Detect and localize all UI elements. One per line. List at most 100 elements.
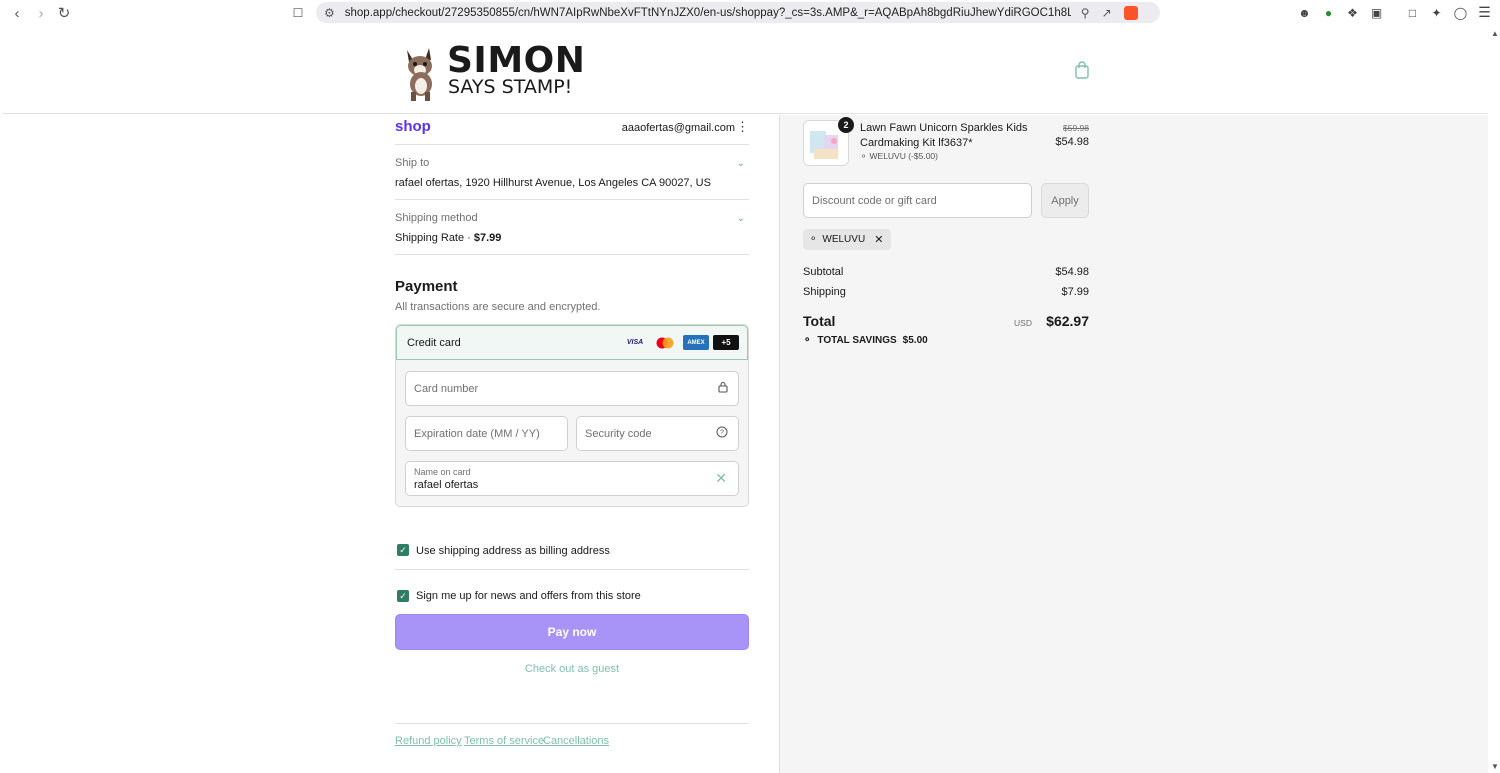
security-code-placeholder: Security code [585,428,652,440]
more-cards-badge: +5 [713,335,739,350]
billing-same-label[interactable]: Use shipping address as billing address [416,545,610,557]
cancellations-link[interactable]: Cancellations [543,735,609,747]
terms-of-service-link[interactable]: Terms of service [464,735,544,747]
shipping-label: Shipping [803,286,846,298]
guest-checkout-link[interactable]: Check out as guest [395,663,749,675]
share-icon[interactable]: ↗ [1102,6,1112,20]
scroll-up-icon[interactable]: ▲ [1491,29,1499,38]
store-name-line2: SAYS STAMP! [448,76,573,98]
dog-mascot-icon [407,48,432,101]
ship-to-label: Ship to [395,157,430,169]
product-discount: ⚬ WELUVU (-$5.00) [860,151,938,162]
credit-card-label: Credit card [407,337,461,349]
expiration-date-field[interactable]: Expiration date (MM / YY) [405,416,568,451]
discount-placeholder: Discount code or gift card [812,195,937,207]
zoom-icon[interactable]: ⚲ [1081,6,1090,20]
card-number-field[interactable]: Card number [405,371,739,406]
quantity-badge: 2 [838,117,854,133]
total-savings: ⚬ TOTAL SAVINGS $5.00 [803,335,928,346]
shipping-rate-price: $7.99 [473,232,502,244]
help-icon[interactable]: ? [716,426,728,441]
svg-text:?: ? [720,430,724,437]
product-name: Lawn Fawn Unicorn Sparkles Kids Cardmaki… [860,122,1028,149]
more-options-icon[interactable]: ⋮ [736,119,749,135]
shipping-rate-name: Shipping Rate · [395,232,474,244]
payment-subtitle: All transactions are secure and encrypte… [395,301,601,313]
billing-same-checkbox[interactable]: ✓ [397,544,409,556]
extension-window-icon[interactable]: ▣ [1369,5,1384,20]
cart-icon[interactable] [1074,61,1090,79]
back-icon[interactable]: ‹ [7,3,27,23]
credit-card-panel: Credit card VISA AMEX +5 Card number Exp… [395,324,749,507]
savings-label: TOTAL SAVINGS [817,335,897,346]
leo-ai-icon[interactable]: ✦ [1429,5,1444,20]
chevron-down-icon[interactable]: ⌄ [737,158,745,169]
store-logo[interactable]: SIMON SAYS STAMP! [399,40,589,101]
shipping-method-label: Shipping method [395,212,478,224]
url-text[interactable]: shop.app/checkout/27295350855/cn/hWN7AIp… [345,7,1071,19]
browser-toolbar: ‹ › ↻ ☐ ⚙ shop.app/checkout/27295350855/… [0,0,1500,26]
brave-shields-icon[interactable] [1123,5,1138,20]
remove-code-icon[interactable]: ✕ [874,233,883,246]
extension-avatar-icon[interactable]: ☻ [1297,5,1312,20]
scroll-down-icon[interactable]: ▼ [1491,762,1499,771]
shop-pay-logo: shop [395,118,431,135]
chevron-down-icon[interactable]: ⌄ [737,213,745,224]
card-number-placeholder: Card number [414,383,479,395]
credit-card-option[interactable]: Credit card VISA AMEX +5 [396,325,748,360]
product-discount-text: WELUVU (-$5.00) [869,151,939,161]
divider [395,254,749,255]
vpn-shield-icon[interactable]: ◯ [1453,5,1468,20]
scrollbar[interactable]: ▲ ▼ [1488,27,1500,773]
menu-icon[interactable]: ☰ [1477,4,1492,20]
applied-code-chip: ⚬ WELUVU ✕ [803,229,892,250]
total-label: Total [803,313,836,329]
store-name-line1: SIMON [447,40,586,81]
total-value: $62.97 [1046,313,1089,329]
ship-to-address: rafael ofertas, 1920 Hillhurst Avenue, L… [395,177,711,189]
visa-icon: VISA [626,339,644,346]
refund-policy-link[interactable]: Refund policy [395,735,462,747]
subtotal-value: $54.98 [1055,266,1089,278]
amex-icon: AMEX [683,335,709,350]
price-current: $54.98 [1055,136,1089,148]
apply-button[interactable]: Apply [1041,183,1089,218]
savings-value: $5.00 [902,335,928,346]
payment-title: Payment [395,278,458,295]
site-settings-icon[interactable]: ⚙ [324,6,335,20]
tag-icon: ⚬ [803,335,812,346]
mastercard-icon [653,335,677,350]
divider [395,199,749,200]
lock-icon [718,381,728,396]
store-header: SIMON SAYS STAMP! [3,27,1488,114]
pay-now-button[interactable]: Pay now [395,614,749,650]
bookmark-icon[interactable]: ☐ [288,3,308,23]
divider [395,723,749,724]
shipping-value: $7.99 [1061,286,1089,298]
name-on-card-label: Name on card [414,467,471,477]
tag-icon: ⚬ [860,151,868,161]
tag-icon: ⚬ [809,234,818,245]
applied-code: WELUVU [822,234,866,245]
shipping-method-value: Shipping Rate · $7.99 [395,232,501,244]
name-on-card-field[interactable]: Name on card rafael ofertas ✕ [405,461,739,496]
name-on-card-value: rafael ofertas [414,479,479,491]
address-bar[interactable]: ⚙ shop.app/checkout/27295350855/cn/hWN7A… [316,2,1160,23]
extensions-puzzle-icon[interactable]: ❖ [1345,5,1360,20]
expiration-placeholder: Expiration date (MM / YY) [414,428,540,440]
newsletter-checkbox[interactable]: ✓ [397,590,409,602]
currency-code: USD [1014,318,1032,328]
reload-icon[interactable]: ↻ [54,3,74,23]
discount-code-input[interactable]: Discount code or gift card [803,183,1032,218]
extension-green-icon[interactable]: ● [1321,5,1336,20]
divider [395,144,749,145]
subtotal-label: Subtotal [803,266,844,278]
clear-icon[interactable]: ✕ [715,470,727,487]
price-original: $59.98 [1063,123,1089,133]
wallet-icon[interactable]: □ [1405,5,1420,20]
divider [395,569,749,570]
newsletter-label[interactable]: Sign me up for news and offers from this… [416,590,641,602]
forward-icon[interactable]: › [31,3,51,23]
account-email: aaaofertas@gmail.com [621,122,735,134]
security-code-field[interactable]: Security code ? [576,416,739,451]
